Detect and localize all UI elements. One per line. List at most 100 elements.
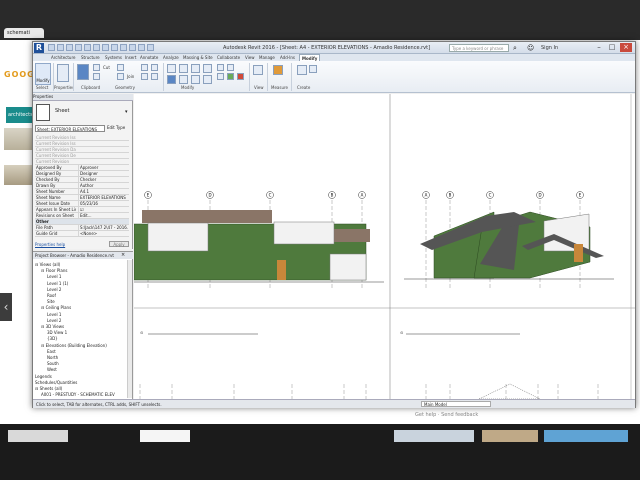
paste-icon[interactable]	[77, 64, 89, 80]
tab-analyze[interactable]: Analyze	[161, 54, 181, 61]
application-menu-button[interactable]: R	[34, 43, 44, 53]
tab-architecture[interactable]: Architecture	[49, 54, 78, 61]
drawing-area[interactable]: EDCBA ABCDE GFEDCB ABCDEF	[133, 94, 635, 418]
background-thumbnail[interactable]	[8, 430, 68, 442]
paint-icon[interactable]	[151, 73, 158, 80]
redo-icon[interactable]	[75, 44, 82, 51]
join-icon[interactable]	[117, 73, 124, 80]
cut-geometry-icon[interactable]	[141, 64, 148, 71]
view-panel-label[interactable]: View	[254, 85, 264, 90]
split-face-icon[interactable]	[151, 64, 158, 71]
mirror-axis-icon[interactable]	[191, 64, 200, 73]
modify-panel-label[interactable]: Modify	[181, 85, 194, 90]
tab-massing-site[interactable]: Massing & Site	[181, 54, 215, 61]
delete-icon[interactable]	[237, 73, 244, 80]
elevation-right-building	[404, 211, 614, 280]
measure-panel-label[interactable]: Measure	[271, 85, 288, 90]
get-help-text[interactable]: Get help · Send feedback	[415, 412, 478, 418]
properties-palette: Properties Sheet ▾ Sheet: EXTERIOR ELEVA…	[33, 94, 133, 249]
close-icon[interactable]: ×	[121, 252, 125, 259]
active-workset-dropdown[interactable]: Main Model	[421, 401, 491, 407]
instance-filter-dropdown[interactable]: Sheet: EXTERIOR ELEVATIONS	[35, 125, 105, 132]
property-value[interactable]: <None>	[78, 231, 128, 237]
tab-insert[interactable]: Insert	[123, 54, 138, 61]
minimize-icon[interactable]: –	[593, 43, 605, 52]
clipboard-panel-label[interactable]: Clipboard	[81, 85, 100, 90]
properties-panel-label[interactable]: Properties	[54, 85, 74, 90]
text-icon[interactable]	[102, 44, 109, 51]
mirror-draw-icon[interactable]	[203, 64, 212, 73]
undo-icon[interactable]	[66, 44, 73, 51]
tree-node[interactable]: A001 - PRESTUDY - SCHEMATIC ELEV	[41, 391, 115, 398]
measure-icon[interactable]	[93, 44, 100, 51]
tab-annotate[interactable]: Annotate	[138, 54, 160, 61]
create-assembly-icon[interactable]	[297, 65, 307, 75]
create-panel-label[interactable]: Create	[297, 85, 310, 90]
copy-element-icon[interactable]	[179, 75, 188, 84]
browser-tab[interactable]: schemati	[4, 28, 44, 38]
modify-button[interactable]: Modify	[35, 63, 51, 85]
sign-in-link[interactable]: Sign In	[541, 45, 558, 51]
split-icon[interactable]	[217, 64, 224, 71]
cope-icon[interactable]	[117, 64, 124, 71]
search-input[interactable]: Type a keyword or phrase	[449, 44, 509, 52]
print-icon[interactable]	[84, 44, 91, 51]
background-thumbnail[interactable]	[544, 430, 628, 442]
join-label[interactable]: Join	[127, 74, 134, 79]
section-icon[interactable]	[120, 44, 127, 51]
background-thumbnail[interactable]	[4, 128, 32, 150]
tab-modify[interactable]: Modify	[299, 54, 321, 61]
properties-help-link[interactable]: Properties help	[35, 242, 65, 247]
maximize-icon[interactable]: □	[606, 43, 618, 52]
rotate-icon[interactable]	[191, 75, 200, 84]
user-icon[interactable]: ☺	[527, 44, 535, 52]
trim-icon[interactable]	[203, 75, 212, 84]
project-browser-scrollbar[interactable]	[127, 260, 132, 398]
carousel-prev-arrow-icon[interactable]: ‹	[0, 293, 12, 321]
background-teal-button[interactable]: architects	[6, 107, 32, 123]
search-icon[interactable]: ⌕	[513, 44, 521, 52]
cut-icon[interactable]	[93, 64, 100, 71]
wall-join-icon[interactable]	[141, 73, 148, 80]
open-icon[interactable]	[48, 44, 55, 51]
scale-icon[interactable]	[227, 64, 234, 71]
background-thumbnail[interactable]	[4, 165, 32, 185]
3d-view-icon[interactable]	[111, 44, 118, 51]
background-thumbnail[interactable]	[482, 430, 538, 442]
tab-structure[interactable]: Structure	[79, 54, 102, 61]
thin-lines-icon[interactable]	[129, 44, 136, 51]
background-thumbnail[interactable]	[140, 430, 190, 442]
view-icon[interactable]	[253, 65, 263, 75]
close-icon[interactable]: ×	[620, 43, 632, 52]
grid-label: B	[449, 193, 452, 198]
cut-label[interactable]: Cut	[103, 65, 110, 70]
tab-manage[interactable]: Manage	[257, 54, 277, 61]
measure-tool-icon[interactable]	[273, 65, 283, 75]
create-group-icon[interactable]	[309, 65, 317, 73]
edit-type-button[interactable]: Edit Type	[107, 125, 125, 130]
property-row[interactable]: Guide Grid <None>	[35, 231, 129, 237]
tab-systems[interactable]: Systems	[103, 54, 124, 61]
type-selector[interactable]: Sheet	[55, 108, 69, 114]
background-thumbnail[interactable]	[394, 430, 474, 442]
switch-windows-icon[interactable]	[147, 44, 154, 51]
array-icon[interactable]	[217, 73, 224, 80]
property-key: Guide Grid	[36, 231, 58, 236]
save-icon[interactable]	[57, 44, 64, 51]
close-hidden-icon[interactable]	[138, 44, 145, 51]
chevron-down-icon[interactable]: ▾	[125, 109, 128, 115]
window-title: Autodesk Revit 2016 - [Sheet: A4 - EXTER…	[223, 45, 431, 51]
align-icon[interactable]	[167, 64, 176, 73]
tab-add-ins[interactable]: Add-Ins	[278, 54, 297, 61]
copy-icon[interactable]	[93, 73, 100, 80]
apply-button[interactable]: Apply	[109, 241, 129, 247]
pin-icon[interactable]	[227, 73, 234, 80]
move-icon[interactable]	[167, 75, 176, 84]
tab-view[interactable]: View	[243, 54, 257, 61]
properties-icon[interactable]	[57, 64, 69, 82]
tab-collaborate[interactable]: Collaborate	[215, 54, 242, 61]
geometry-panel-label[interactable]: Geometry	[115, 85, 135, 90]
select-panel-label[interactable]: Select	[36, 85, 48, 90]
sheet-drawing[interactable]: EDCBA ABCDE GFEDCB ABCDEF	[133, 94, 635, 418]
offset-icon[interactable]	[179, 64, 188, 73]
